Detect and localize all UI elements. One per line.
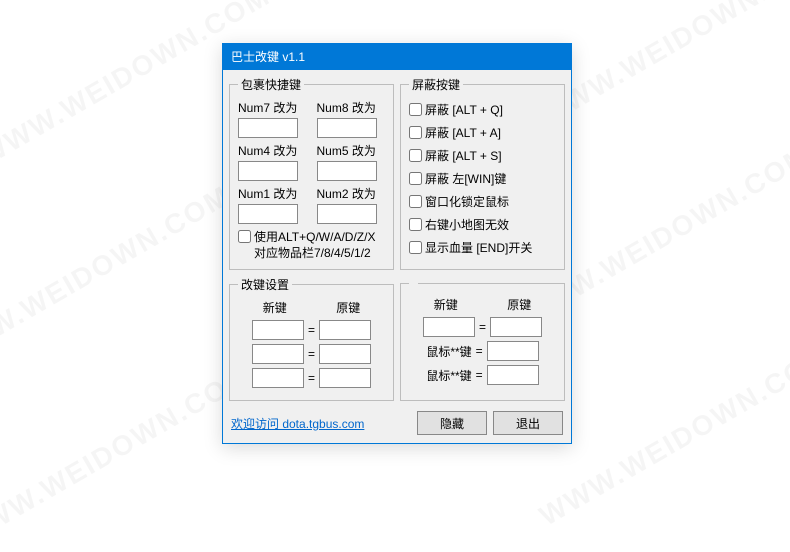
remap-left-2: =: [238, 344, 385, 364]
pkg-num1-input[interactable]: [238, 204, 298, 224]
shield-rclick-minimap[interactable]: 右键小地图无效: [409, 216, 556, 233]
remap-right-1-new[interactable]: [423, 317, 475, 337]
app-window: 巴士改键 v1.1 包裹快捷键 Num7 改为 Num8 改为 Num4 改为: [222, 43, 572, 444]
remap-right-group: . 新键 原键 = 鼠标**键 = 鼠标**键 =: [400, 276, 565, 401]
watermark-text: WWW.WEIDOWN.COM: [0, 360, 256, 552]
remap-right-2-old[interactable]: [487, 341, 539, 361]
pkg-num4: Num4 改为: [238, 142, 307, 181]
shield-keys-group: 屏蔽按键 屏蔽 [ALT + Q] 屏蔽 [ALT + A] 屏蔽 [ALT +…: [400, 76, 565, 270]
remap-left-3: =: [238, 368, 385, 388]
shield-alt-a[interactable]: 屏蔽 [ALT + A]: [409, 124, 556, 141]
exit-button[interactable]: 退出: [493, 411, 563, 435]
remap-left-1-old[interactable]: [319, 320, 371, 340]
shield-hp-end[interactable]: 显示血量 [END]开关: [409, 239, 556, 256]
watermark-text: WWW.WEIDOWN.COM: [0, 180, 236, 373]
pkg-num5: Num5 改为: [317, 142, 386, 181]
remap-head-new-r: 新键: [434, 296, 458, 313]
remap-left-3-old[interactable]: [319, 368, 371, 388]
shield-legend: 屏蔽按键: [409, 76, 463, 93]
remap-right-2: 鼠标**键 =: [409, 341, 556, 361]
pkg-num7-input[interactable]: [238, 118, 298, 138]
remap-left-group: 改键设置 新键 原键 = = =: [229, 276, 394, 401]
pkg-num8-input[interactable]: [317, 118, 377, 138]
shield-alt-q[interactable]: 屏蔽 [ALT + Q]: [409, 101, 556, 118]
hide-button[interactable]: 隐藏: [417, 411, 487, 435]
pkg-num1: Num1 改为: [238, 185, 307, 224]
watermark-text: WWW.WEIDOWN.COM: [534, 0, 790, 132]
pkg-num4-input[interactable]: [238, 161, 298, 181]
pkg-num5-input[interactable]: [317, 161, 377, 181]
pkg-num7: Num7 改为: [238, 99, 307, 138]
pkg-num8: Num8 改为: [317, 99, 386, 138]
remap-left-2-new[interactable]: [252, 344, 304, 364]
remap-left-3-new[interactable]: [252, 368, 304, 388]
remap-head-old-r: 原键: [507, 296, 531, 313]
client-area: 包裹快捷键 Num7 改为 Num8 改为 Num4 改为: [223, 70, 571, 443]
remap-left-2-old[interactable]: [319, 344, 371, 364]
remap-left-1: =: [238, 320, 385, 340]
remap-right-3-old[interactable]: [487, 365, 539, 385]
remap-right-1: =: [409, 317, 556, 337]
shield-alt-s[interactable]: 屏蔽 [ALT + S]: [409, 147, 556, 164]
remap-legend: 改键设置: [238, 276, 292, 293]
alt-items-checkbox[interactable]: [238, 230, 251, 243]
pkg-num2: Num2 改为: [317, 185, 386, 224]
package-legend: 包裹快捷键: [238, 76, 304, 93]
shield-win-key[interactable]: 屏蔽 左[WIN]键: [409, 170, 556, 187]
footer-bar: 欢迎访问 dota.tgbus.com 隐藏 退出: [229, 407, 565, 437]
remap-right-1-old[interactable]: [490, 317, 542, 337]
visit-link[interactable]: 欢迎访问 dota.tgbus.com: [231, 415, 364, 432]
remap-head-old: 原键: [336, 299, 360, 316]
watermark-text: WWW.WEIDOWN.COM: [534, 340, 790, 533]
remap-right-3: 鼠标**键 =: [409, 365, 556, 385]
remap-head-new: 新键: [263, 299, 287, 316]
window-title: 巴士改键 v1.1: [223, 44, 571, 70]
remap-left-1-new[interactable]: [252, 320, 304, 340]
shield-lock-mouse[interactable]: 窗口化锁定鼠标: [409, 193, 556, 210]
package-hotkeys-group: 包裹快捷键 Num7 改为 Num8 改为 Num4 改为: [229, 76, 394, 270]
pkg-num2-input[interactable]: [317, 204, 377, 224]
alt-items-label: 使用ALT+Q/W/A/D/Z/X 对应物品栏7/8/4/5/1/2: [254, 230, 375, 261]
